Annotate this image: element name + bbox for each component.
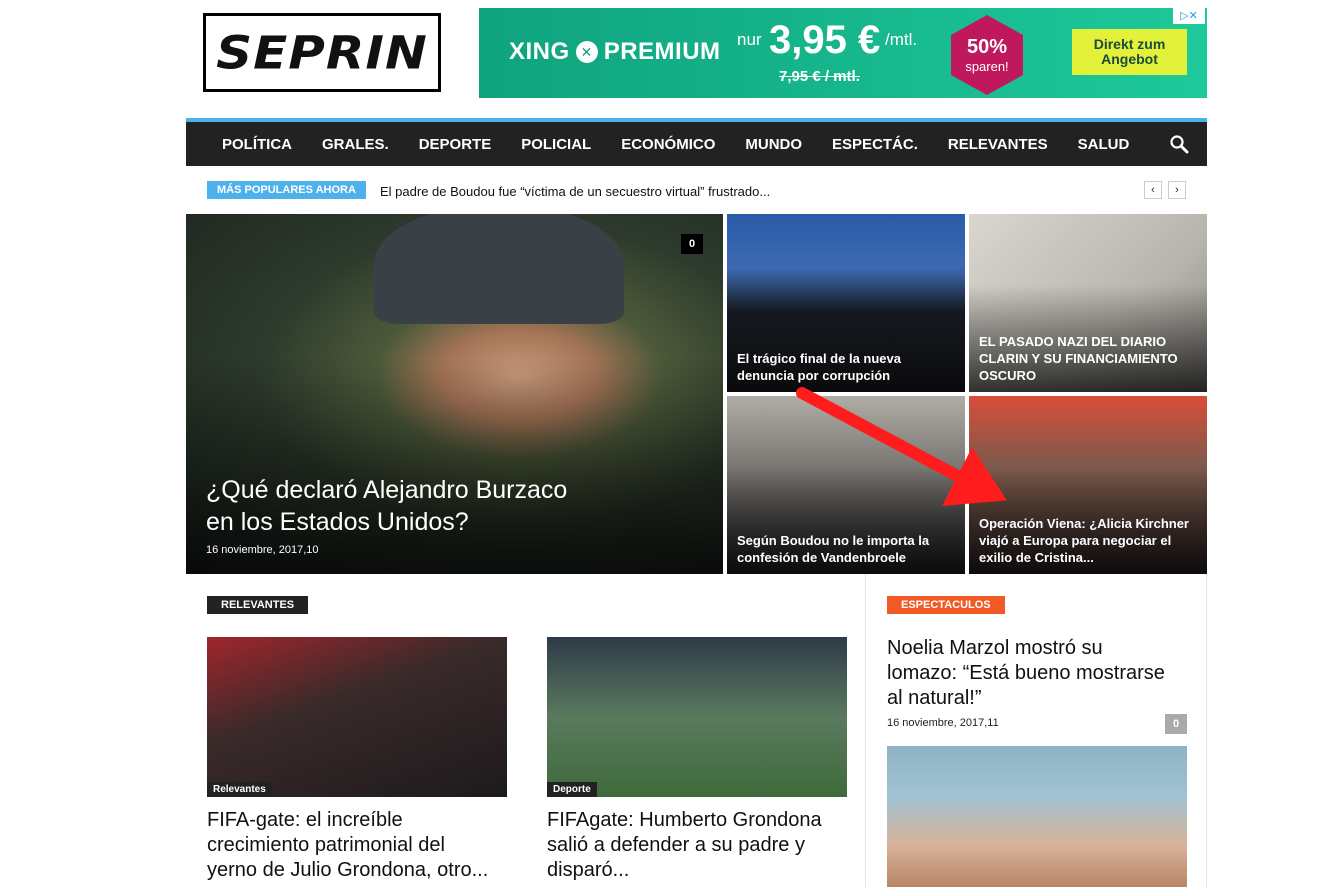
card-category-tag[interactable]: Relevantes xyxy=(207,782,272,797)
search-icon[interactable] xyxy=(1169,134,1189,154)
featured-tile-2[interactable]: EL PASADO NAZI DEL DIARIO CLARIN Y SU FI… xyxy=(969,214,1207,392)
title-line: CLARIN Y SU FINANCIAMIENTO xyxy=(979,351,1178,366)
nav-item-deporte[interactable]: DEPORTE xyxy=(404,136,507,153)
title-line: denuncia por corrupción xyxy=(737,368,891,383)
image-shade xyxy=(186,358,723,574)
ticker-prev-button[interactable]: ‹ xyxy=(1144,181,1162,199)
title-line: confesión de Vandenbroele xyxy=(737,550,907,565)
comment-count[interactable]: 0 xyxy=(1165,714,1187,734)
ad-discount-sub: sparen! xyxy=(965,59,1009,74)
featured-tile-title[interactable]: Operación Viena: ¿Alicia Kirchner viajó … xyxy=(979,515,1197,566)
featured-main-title[interactable]: ¿Qué declaró Alejandro Burzaco en los Es… xyxy=(206,474,713,538)
espectaculos-label[interactable]: ESPECTACULOS xyxy=(887,596,1005,614)
red-arrow-annotation xyxy=(796,387,1007,506)
nav-item-mundo[interactable]: MUNDO xyxy=(730,136,817,153)
featured-main-image xyxy=(374,214,624,324)
nav-item-economico[interactable]: ECONÓMICO xyxy=(606,136,730,153)
title-line: exilio de Cristina... xyxy=(979,550,1094,565)
nav-item-espectac[interactable]: ESPECTÁC. xyxy=(817,136,933,153)
featured-main-article[interactable]: 0 ¿Qué declaró Alejandro Burzaco en los … xyxy=(186,214,723,574)
relevantes-section: RELEVANTES Relevantes FIFA-gate: el incr… xyxy=(186,574,866,887)
title-line: Operación Viena: ¿Alicia Kirchner xyxy=(979,516,1189,531)
title-line: ¿Qué declaró Alejandro Burzaco xyxy=(206,476,568,504)
title-line: lomazo: “Está bueno mostrarse xyxy=(887,662,1165,684)
ad-price: 3,95 € xyxy=(769,18,881,62)
espectaculos-image[interactable] xyxy=(887,746,1187,887)
main-nav: POLÍTICA GRALES. DEPORTE POLICIAL ECONÓM… xyxy=(186,118,1207,166)
title-line: EL PASADO NAZI DEL DIARIO xyxy=(979,334,1167,349)
ad-discount-badge: 50% sparen! xyxy=(951,15,1023,95)
xing-logo-icon: ✕ xyxy=(575,41,598,63)
nav-item-relevantes[interactable]: RELEVANTES xyxy=(933,136,1063,153)
title-line: Noelia Marzol mostró su xyxy=(887,637,1103,659)
ad-choices-icon[interactable]: ▷✕ xyxy=(1173,8,1205,24)
ad-discount: 50% xyxy=(966,36,1008,58)
xing-ad-banner[interactable]: XING ✕ PREMIUM nur 3,95 € /mtl. 7,95 € /… xyxy=(479,8,1207,98)
ad-cta-line2: Angebot xyxy=(1101,51,1158,67)
nav-item-grales[interactable]: GRALES. xyxy=(307,136,404,153)
trending-headline-link[interactable]: El padre de Boudou fue “víctima de un se… xyxy=(380,184,770,199)
ad-per: /mtl. xyxy=(885,30,918,49)
espectaculos-section: ESPECTACULOS Noelia Marzol mostró su lom… xyxy=(866,574,1207,887)
title-line: FIFAgate: Humberto Grondona xyxy=(547,809,822,831)
ad-cta-line1: Direkt zum xyxy=(1093,36,1166,52)
title-line: FIFA-gate: el increíble xyxy=(207,809,403,831)
featured-tile-title[interactable]: EL PASADO NAZI DEL DIARIO CLARIN Y SU FI… xyxy=(979,333,1197,384)
relevantes-label[interactable]: RELEVANTES xyxy=(207,596,309,614)
title-line: yerno de Julio Grondona, otro... xyxy=(207,859,489,881)
title-line: El trágico final de la nueva xyxy=(737,351,901,366)
nav-item-politica[interactable]: POLÍTICA xyxy=(207,136,307,153)
site-logo[interactable]: SEPRIN xyxy=(203,13,441,92)
relevantes-card-1-image[interactable]: Relevantes xyxy=(207,637,507,797)
title-line: viajó a Europa para negociar el xyxy=(979,533,1172,548)
nav-item-salud[interactable]: SALUD xyxy=(1063,136,1145,153)
ad-old-price: 7,95 € / mtl. xyxy=(779,68,860,85)
trending-label: MÁS POPULARES AHORA xyxy=(207,181,366,199)
ad-brand-name: XING xyxy=(509,38,570,65)
title-line: Según Boudou no le importa la xyxy=(737,533,930,548)
ad-cta-button[interactable]: Direkt zum Angebot xyxy=(1072,29,1187,75)
title-line: disparó... xyxy=(547,859,630,881)
title-line: OSCURO xyxy=(979,368,1037,383)
logo-text: SEPRIN xyxy=(216,26,428,79)
relevantes-card-2-image[interactable]: Deporte xyxy=(547,637,847,797)
title-line: salió a defender a su padre y xyxy=(547,834,805,856)
ad-nur: nur xyxy=(737,30,762,49)
espectaculos-date: 16 noviembre, 2017,11 xyxy=(887,717,999,729)
comment-count[interactable]: 0 xyxy=(681,234,703,254)
ad-brand: XING ✕ PREMIUM xyxy=(509,38,721,66)
featured-tile-title[interactable]: El trágico final de la nueva denuncia po… xyxy=(737,350,955,384)
title-line: al natural!” xyxy=(887,687,982,709)
espectaculos-title[interactable]: Noelia Marzol mostró su lomazo: “Está bu… xyxy=(887,636,1197,711)
title-line: crecimiento patrimonial del xyxy=(207,834,445,856)
ticker-next-button[interactable]: › xyxy=(1168,181,1186,199)
featured-tile-title[interactable]: Según Boudou no le importa la confesión … xyxy=(737,532,955,566)
ad-brand-suffix: PREMIUM xyxy=(603,38,721,65)
relevantes-card-1-title[interactable]: FIFA-gate: el increíble crecimiento patr… xyxy=(207,808,507,883)
relevantes-card-2-title[interactable]: FIFAgate: Humberto Grondona salió a defe… xyxy=(547,808,847,883)
card-category-tag[interactable]: Deporte xyxy=(547,782,597,797)
featured-main-date: 16 noviembre, 2017,10 xyxy=(206,544,319,556)
nav-item-policial[interactable]: POLICIAL xyxy=(506,136,606,153)
featured-tile-1[interactable]: El trágico final de la nueva denuncia po… xyxy=(727,214,965,392)
trending-ticker: MÁS POPULARES AHORA El padre de Boudou f… xyxy=(186,166,1207,214)
title-line: en los Estados Unidos? xyxy=(206,508,469,536)
